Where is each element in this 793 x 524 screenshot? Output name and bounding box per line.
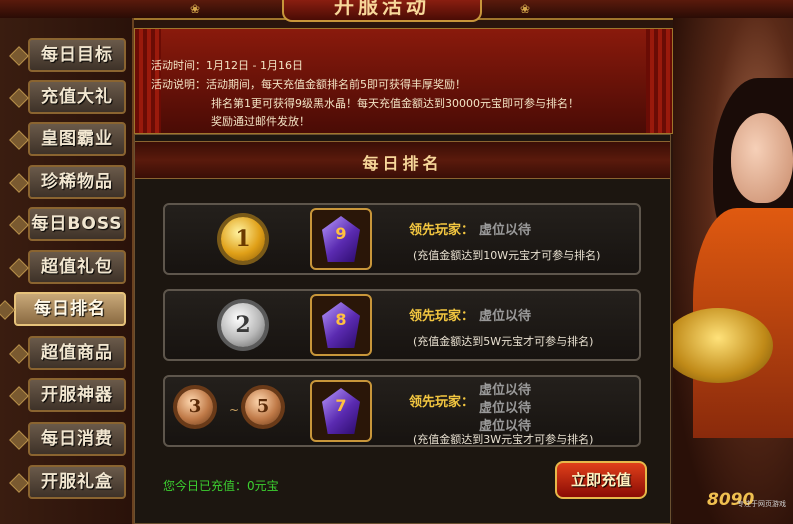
- event-desc-label: 活动说明：: [151, 78, 206, 91]
- leader-label: 领先玩家：: [409, 395, 475, 410]
- rank-condition: (充值金额达到5W元宝才可参与排名): [413, 335, 594, 348]
- rank-3-medal-icon: 3: [177, 389, 213, 425]
- sidebar-item-value-goods[interactable]: 超值商品: [28, 336, 126, 370]
- title-bar: ❀ 开服活动 ❀: [0, 0, 793, 22]
- rank-condition: (充值金额达到3W元宝才可参与排名): [413, 433, 594, 446]
- gem-level: 7: [335, 396, 347, 415]
- ornament-right-icon: ❀: [520, 2, 531, 16]
- sidebar-item-daily-goal[interactable]: 每日目标: [28, 38, 126, 72]
- today-recharge-status: 您今日已充值：0元宝: [163, 479, 279, 493]
- rank-2-medal-icon: 2: [221, 303, 265, 347]
- sidebar-item-daily-boss[interactable]: 每日BOSS: [28, 207, 126, 241]
- event-time-value: 1月12日 - 1月16日: [206, 59, 303, 72]
- leader-value: 虚位以待: [479, 401, 532, 416]
- title-plate: 开服活动: [282, 0, 482, 22]
- site-logo: 8090 专注于网页游戏: [699, 490, 789, 520]
- rank-row-1: 1 9 领先玩家： 虚位以待 (充值金额达到10W元宝才可参与排名): [163, 203, 641, 275]
- rank-row-2: 2 8 领先玩家： 虚位以待 (充值金额达到5W元宝才可参与排名): [163, 289, 641, 361]
- reward-gem-icon[interactable]: 8: [310, 294, 372, 356]
- event-time-label: 活动时间：: [151, 59, 206, 72]
- sidebar-item-rare-items[interactable]: 珍稀物品: [28, 165, 126, 199]
- sidebar-item-daily-spend[interactable]: 每日消费: [28, 422, 126, 456]
- event-time: 活动时间：1月12日 - 1月16日: [151, 57, 303, 73]
- ornament-left-icon: ❀: [190, 2, 201, 16]
- sidebar: 每日目标 充值大礼 皇图霸业 珍稀物品 每日BOSS 超值礼包 每日排名 超值商…: [0, 18, 134, 524]
- sidebar-item-gift-box[interactable]: 开服礼盒: [28, 465, 126, 499]
- character-art: 8090 专注于网页游戏: [673, 18, 793, 524]
- range-separator: ~: [229, 403, 240, 417]
- event-desc-line1: 活动期间，每天充值金额排名前5即可获得丰厚奖励！: [206, 78, 466, 91]
- rank-row-3-5: 3 ~ 5 7 领先玩家： 虚位以待 虚位以待 虚位以待 (充值金额达到3W元宝…: [163, 375, 641, 447]
- leader-label: 领先玩家：: [409, 309, 475, 324]
- event-banner: 活动时间：1月12日 - 1月16日 活动说明：活动期间，每天充值金额排名前5即…: [134, 28, 673, 134]
- sidebar-item-artifact[interactable]: 开服神器: [28, 378, 126, 412]
- reward-gem-icon[interactable]: 9: [310, 208, 372, 270]
- logo-subtitle: 专注于网页游戏: [737, 500, 786, 508]
- event-description: 活动说明：活动期间，每天充值金额排名前5即可获得丰厚奖励！: [151, 76, 466, 92]
- sidebar-item-empire[interactable]: 皇图霸业: [28, 122, 126, 156]
- leader-value: 虚位以待: [479, 309, 532, 324]
- leader-value: 虚位以待: [479, 383, 532, 398]
- section-title: 每日排名: [362, 154, 443, 173]
- rank-1-medal-icon: 1: [221, 217, 265, 261]
- recharge-button[interactable]: 立即充值: [555, 461, 647, 499]
- gem-level: 9: [335, 224, 347, 243]
- sidebar-item-daily-ranking[interactable]: 每日排名: [14, 292, 126, 326]
- art-face: [731, 113, 793, 203]
- reward-gem-icon[interactable]: 7: [310, 380, 372, 442]
- curtain-right: [646, 29, 672, 133]
- rank-5-medal-icon: 5: [245, 389, 281, 425]
- event-desc-line2: 排名第1更可获得9级黑水晶！每天充值金额达到30000元宝即可参与排名！: [211, 97, 579, 110]
- page-title: 开服活动: [334, 0, 430, 18]
- gem-level: 8: [335, 310, 347, 329]
- sidebar-item-value-pack[interactable]: 超值礼包: [28, 250, 126, 284]
- ranking-panel: 每日排名 1 9 领先玩家： 虚位以待 (充值金额达到10W元宝才可参与排名) …: [134, 134, 671, 524]
- leader-label: 领先玩家：: [409, 223, 475, 238]
- game-window: ❀ 开服活动 ❀ 每日目标 充值大礼 皇图霸业 珍稀物品 每日BOSS 超值礼包…: [0, 0, 793, 524]
- rank-condition: (充值金额达到10W元宝才可参与排名): [413, 249, 601, 262]
- leader-value: 虚位以待: [479, 223, 532, 238]
- event-desc-line3: 奖励通过邮件发放！: [211, 115, 310, 128]
- section-header: 每日排名: [135, 141, 670, 179]
- sidebar-item-recharge-gift[interactable]: 充值大礼: [28, 80, 126, 114]
